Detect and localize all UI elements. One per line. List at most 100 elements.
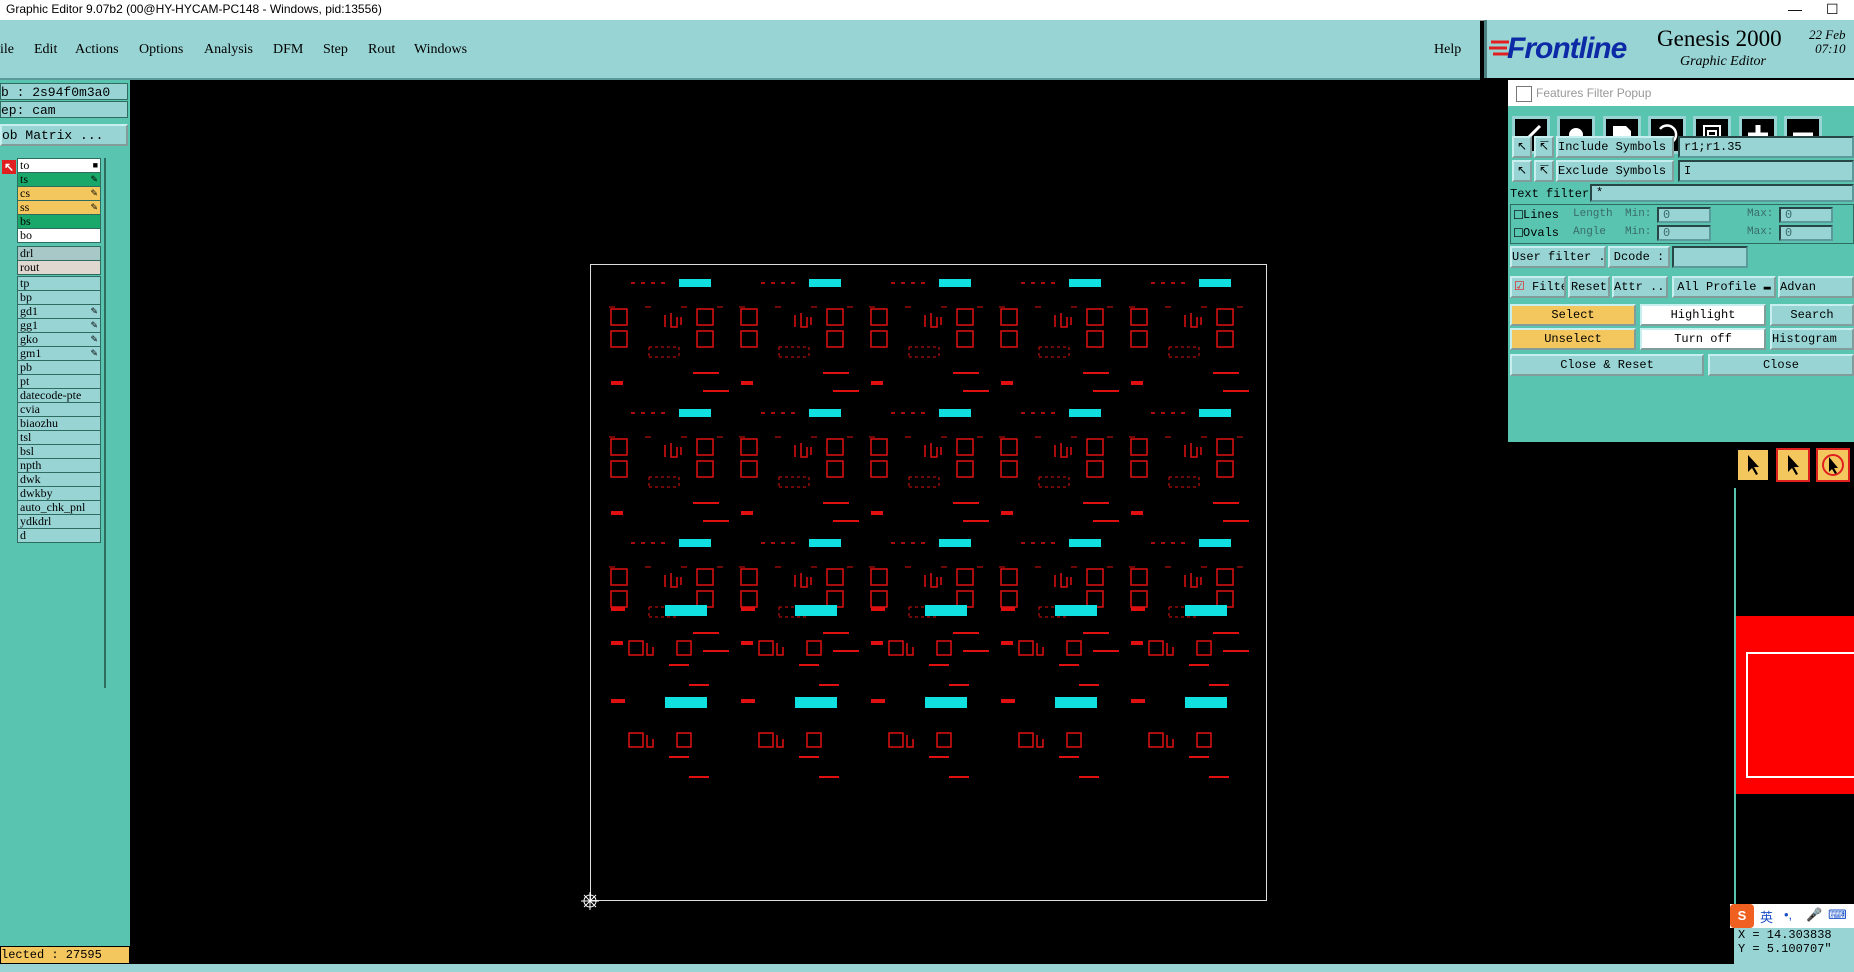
layer-bo[interactable]: bo: [17, 228, 101, 243]
menu-analysis[interactable]: Analysis: [204, 42, 253, 58]
menu-rout[interactable]: Rout: [368, 42, 395, 58]
layer-name: gd1: [20, 304, 38, 318]
include-pick-icon[interactable]: ↸: [1534, 136, 1554, 158]
text-mark: [1131, 381, 1143, 385]
board-profile[interactable]: [590, 264, 1267, 901]
dcode-input[interactable]: [1672, 246, 1748, 268]
ime-punctuation-icon[interactable]: •,: [1784, 907, 1792, 922]
menu-options[interactable]: Options: [139, 42, 183, 58]
length-max-input[interactable]: 0: [1779, 207, 1833, 223]
layer-bsl[interactable]: bsl: [17, 444, 101, 459]
profile-dropdown[interactable]: All Profile ▬: [1672, 276, 1776, 298]
pad-outline: [758, 640, 774, 656]
layer-datecode-pte[interactable]: datecode-pte: [17, 388, 101, 403]
pad-outline: [1086, 590, 1104, 608]
layer-gg1[interactable]: gg1 ✎: [17, 318, 101, 333]
layer-cs[interactable]: cs ✎: [17, 186, 101, 201]
text-mark: [1001, 607, 1015, 611]
exclude-reset-icon[interactable]: ↖: [1512, 160, 1532, 182]
component-marks: [1054, 573, 1072, 588]
text-mark: [1001, 511, 1013, 515]
pad-outline: [610, 460, 628, 478]
layer-gd1[interactable]: gd1 ✎: [17, 304, 101, 319]
text-filter-input[interactable]: *: [1590, 184, 1854, 202]
select-tool-icon[interactable]: [1776, 448, 1810, 482]
layer-tp[interactable]: tp: [17, 276, 101, 291]
layer-drl[interactable]: drl: [17, 246, 101, 261]
menu-step[interactable]: Step: [323, 42, 348, 58]
search-button[interactable]: Search: [1770, 304, 1854, 326]
exclude-symbols-button[interactable]: Exclude Symbols :: [1556, 160, 1674, 182]
component-marks: [1166, 735, 1174, 748]
turn-off-button[interactable]: Turn off: [1640, 328, 1766, 350]
filter-check-icon: ☑: [1514, 280, 1525, 294]
exclude-pick-icon[interactable]: ↸: [1534, 160, 1554, 182]
layer-tsl[interactable]: tsl: [17, 430, 101, 445]
pad-outline: [956, 438, 974, 456]
pad-outline: [826, 460, 844, 478]
measure-tool-icon[interactable]: [1816, 448, 1850, 482]
left-panel: b : 2s94f0m3a0 ep: cam ob Matrix ... ↖ t…: [0, 80, 130, 970]
ime-toolbar[interactable]: S 英 •, 🎤 ⌨: [1730, 904, 1854, 928]
angle-max-input[interactable]: 0: [1779, 225, 1833, 241]
layer-bs[interactable]: bs: [17, 214, 101, 229]
exclude-symbols-input[interactable]: I: [1678, 160, 1854, 182]
length-min-input[interactable]: 0: [1657, 207, 1711, 223]
layer-auto_chk_pnl[interactable]: auto_chk_pnl: [17, 500, 101, 515]
layer-gko[interactable]: gko ✎: [17, 332, 101, 347]
menu-help[interactable]: Help: [1434, 42, 1461, 58]
reset-button[interactable]: Reset: [1568, 276, 1610, 298]
dcode-button[interactable]: Dcode :: [1608, 246, 1670, 268]
user-filter-button[interactable]: User filter ...: [1510, 246, 1606, 268]
layer-d[interactable]: d: [17, 528, 101, 543]
layer-to[interactable]: to ■: [17, 158, 101, 173]
filter-toggle[interactable]: ☑ Filter: [1510, 276, 1566, 298]
include-symbols-button[interactable]: Include Symbols :: [1556, 136, 1674, 158]
highlight-button[interactable]: Highlight: [1640, 304, 1766, 326]
layer-name: d: [20, 528, 26, 542]
layer-gm1[interactable]: gm1 ✎: [17, 346, 101, 361]
histogram-button[interactable]: Histogram: [1770, 328, 1854, 350]
layer-dwk[interactable]: dwk: [17, 472, 101, 487]
layer-pb[interactable]: pb: [17, 360, 101, 375]
include-symbols-input[interactable]: r1;r1.35: [1678, 136, 1854, 158]
menu-edit[interactable]: Edit: [34, 42, 57, 58]
layer-ydkdrl[interactable]: ydkdrl: [17, 514, 101, 529]
layer-rout[interactable]: rout: [17, 260, 101, 275]
menu-dfm[interactable]: DFM: [273, 42, 303, 58]
keyboard-icon[interactable]: ⌨: [1828, 907, 1847, 923]
work-layer-icon: ■: [92, 160, 98, 170]
menu-windows[interactable]: Windows: [414, 42, 467, 58]
select-button[interactable]: Select: [1510, 304, 1636, 326]
layer-ts[interactable]: ts ✎: [17, 172, 101, 187]
close-reset-button[interactable]: Close & Reset: [1510, 354, 1704, 376]
filter-label: Filter: [1531, 280, 1564, 294]
angle-min-input[interactable]: 0: [1657, 225, 1711, 241]
pad-outline: [1000, 308, 1018, 326]
layer-dwkby[interactable]: dwkby: [17, 486, 101, 501]
ime-language[interactable]: 英: [1760, 907, 1773, 926]
menu-file[interactable]: ile: [0, 42, 14, 58]
microphone-icon[interactable]: 🎤: [1806, 907, 1822, 923]
layer-npth[interactable]: npth: [17, 458, 101, 473]
include-reset-icon[interactable]: ↖: [1512, 136, 1532, 158]
pad-outline: [758, 732, 774, 748]
advanced-button[interactable]: Advan: [1778, 276, 1854, 298]
layer-ss[interactable]: ss ✎: [17, 200, 101, 215]
layer-pt[interactable]: pt: [17, 374, 101, 389]
layer-cvia[interactable]: cvia: [17, 402, 101, 417]
layer-biaozhu[interactable]: biaozhu: [17, 416, 101, 431]
job-matrix-button[interactable]: ob Matrix ...: [0, 124, 128, 146]
attr-button[interactable]: Attr ...: [1612, 276, 1668, 298]
layer-bp[interactable]: bp: [17, 290, 101, 305]
date-time: 22 Feb 07:10: [1809, 28, 1845, 56]
unselect-button[interactable]: Unselect: [1510, 328, 1636, 350]
pointer-tool-icon[interactable]: [1736, 448, 1770, 482]
component-outline: [648, 346, 680, 358]
maximize-button[interactable]: ☐: [1826, 0, 1839, 18]
close-button[interactable]: Close: [1708, 354, 1854, 376]
component-marks: [794, 313, 812, 328]
minimize-button[interactable]: —: [1788, 0, 1802, 18]
overview-panel[interactable]: [1734, 616, 1854, 794]
menu-actions[interactable]: Actions: [75, 42, 119, 58]
